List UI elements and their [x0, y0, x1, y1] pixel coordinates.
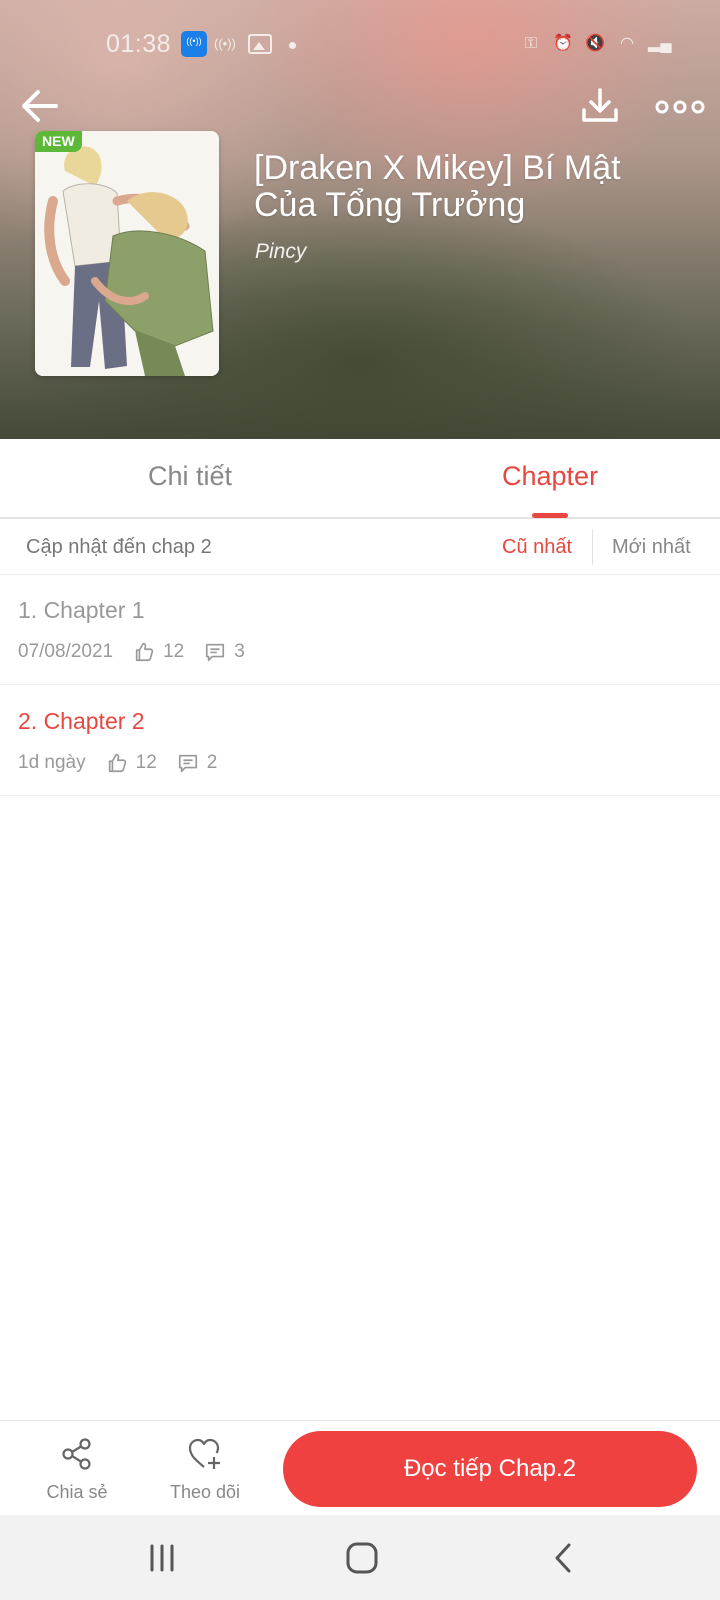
app-wireless-icon [181, 31, 207, 57]
continue-reading-button[interactable]: Đọc tiếp Chap.2 [283, 1431, 697, 1507]
new-badge: NEW [35, 131, 82, 152]
status-time: 01:38 [106, 30, 172, 58]
radio-icon: ((•)) [214, 36, 236, 51]
chapter-row[interactable]: 2. Chapter 2 1d ngày 12 2 [0, 686, 720, 796]
chapter-date: 1d ngày [18, 752, 86, 773]
cover-image[interactable]: NEW [35, 131, 219, 376]
share-label: Chia sẻ [46, 1482, 108, 1502]
comment-icon [178, 754, 197, 773]
more-icon [655, 100, 705, 114]
story-title-line-2: Của Tổng Trưởng [254, 186, 526, 224]
chapter-date: 07/08/2021 [18, 641, 114, 662]
share-button[interactable]: Chia sẻ [32, 1437, 122, 1503]
like-count: 12 [163, 641, 185, 662]
follow-label: Theo dõi [169, 1482, 241, 1502]
cover-illustration [35, 131, 219, 376]
author-name[interactable]: Pincy [255, 240, 306, 264]
alarm-icon: ⏰ [553, 35, 573, 52]
status-bar: 01:38 ((•)) ⚿ ⏰ 🔇 ◠ ▂▄ [0, 26, 720, 62]
recent-apps-button[interactable] [142, 1541, 182, 1575]
follow-button[interactable]: Theo dõi [160, 1437, 250, 1503]
more-button[interactable] [654, 92, 706, 122]
chapter-title: 2. Chapter 2 [18, 708, 145, 734]
chapter-title: 1. Chapter 1 [18, 597, 145, 623]
signal-icon: ▂▄ [648, 35, 672, 52]
chapter-meta: 1d ngày 12 2 [18, 750, 217, 776]
dot-icon [289, 42, 296, 49]
chapter-update-bar: Cập nhật đến chap 2 Cũ nhất Mới nhất [0, 519, 720, 575]
system-nav-bar [0, 1515, 720, 1600]
key-icon: ⚿ [524, 35, 538, 52]
tab-details[interactable]: Chi tiết [148, 461, 232, 492]
system-back-button[interactable] [544, 1541, 584, 1575]
comment-count: 3 [234, 641, 245, 662]
chevron-left-icon [555, 1543, 571, 1573]
story-title-line-1: [Draken X Mikey] Bí Mật [254, 149, 621, 187]
tab-chapter[interactable]: Chapter [502, 461, 598, 492]
bottom-action-bar: Chia sẻ Theo dõi Đọc tiếp Chap.2 [0, 1420, 720, 1515]
share-icon [62, 1438, 91, 1470]
update-status: Cập nhật đến chap 2 [26, 536, 212, 558]
like-icon [135, 642, 154, 662]
download-icon [582, 88, 618, 122]
tab-active-indicator [532, 513, 568, 518]
home-button[interactable] [342, 1541, 382, 1575]
recent-apps-icon [150, 1544, 174, 1572]
sort-newest-button[interactable]: Mới nhất [612, 536, 691, 559]
back-arrow-icon [22, 90, 58, 122]
sort-divider [592, 529, 593, 565]
mute-icon: 🔇 [585, 35, 605, 52]
heart-plus-icon [188, 1438, 220, 1469]
home-icon [346, 1542, 378, 1574]
comment-icon [206, 643, 225, 662]
download-button[interactable] [578, 84, 622, 128]
like-icon [108, 753, 126, 773]
like-count: 12 [135, 752, 157, 773]
wifi-icon: ◠ [620, 35, 634, 52]
image-icon [248, 34, 272, 54]
sort-oldest-button[interactable]: Cũ nhất [502, 536, 572, 559]
chapter-row[interactable]: 1. Chapter 1 07/08/2021 12 3 [0, 575, 720, 685]
story-title: [Draken X Mikey] Bí Mật Của Tổng Trưởng [254, 150, 684, 224]
comment-count: 2 [206, 752, 218, 773]
tab-bar: Chi tiết Chapter [0, 439, 720, 519]
back-button[interactable] [18, 84, 62, 128]
chapter-meta: 07/08/2021 12 3 [18, 639, 245, 665]
